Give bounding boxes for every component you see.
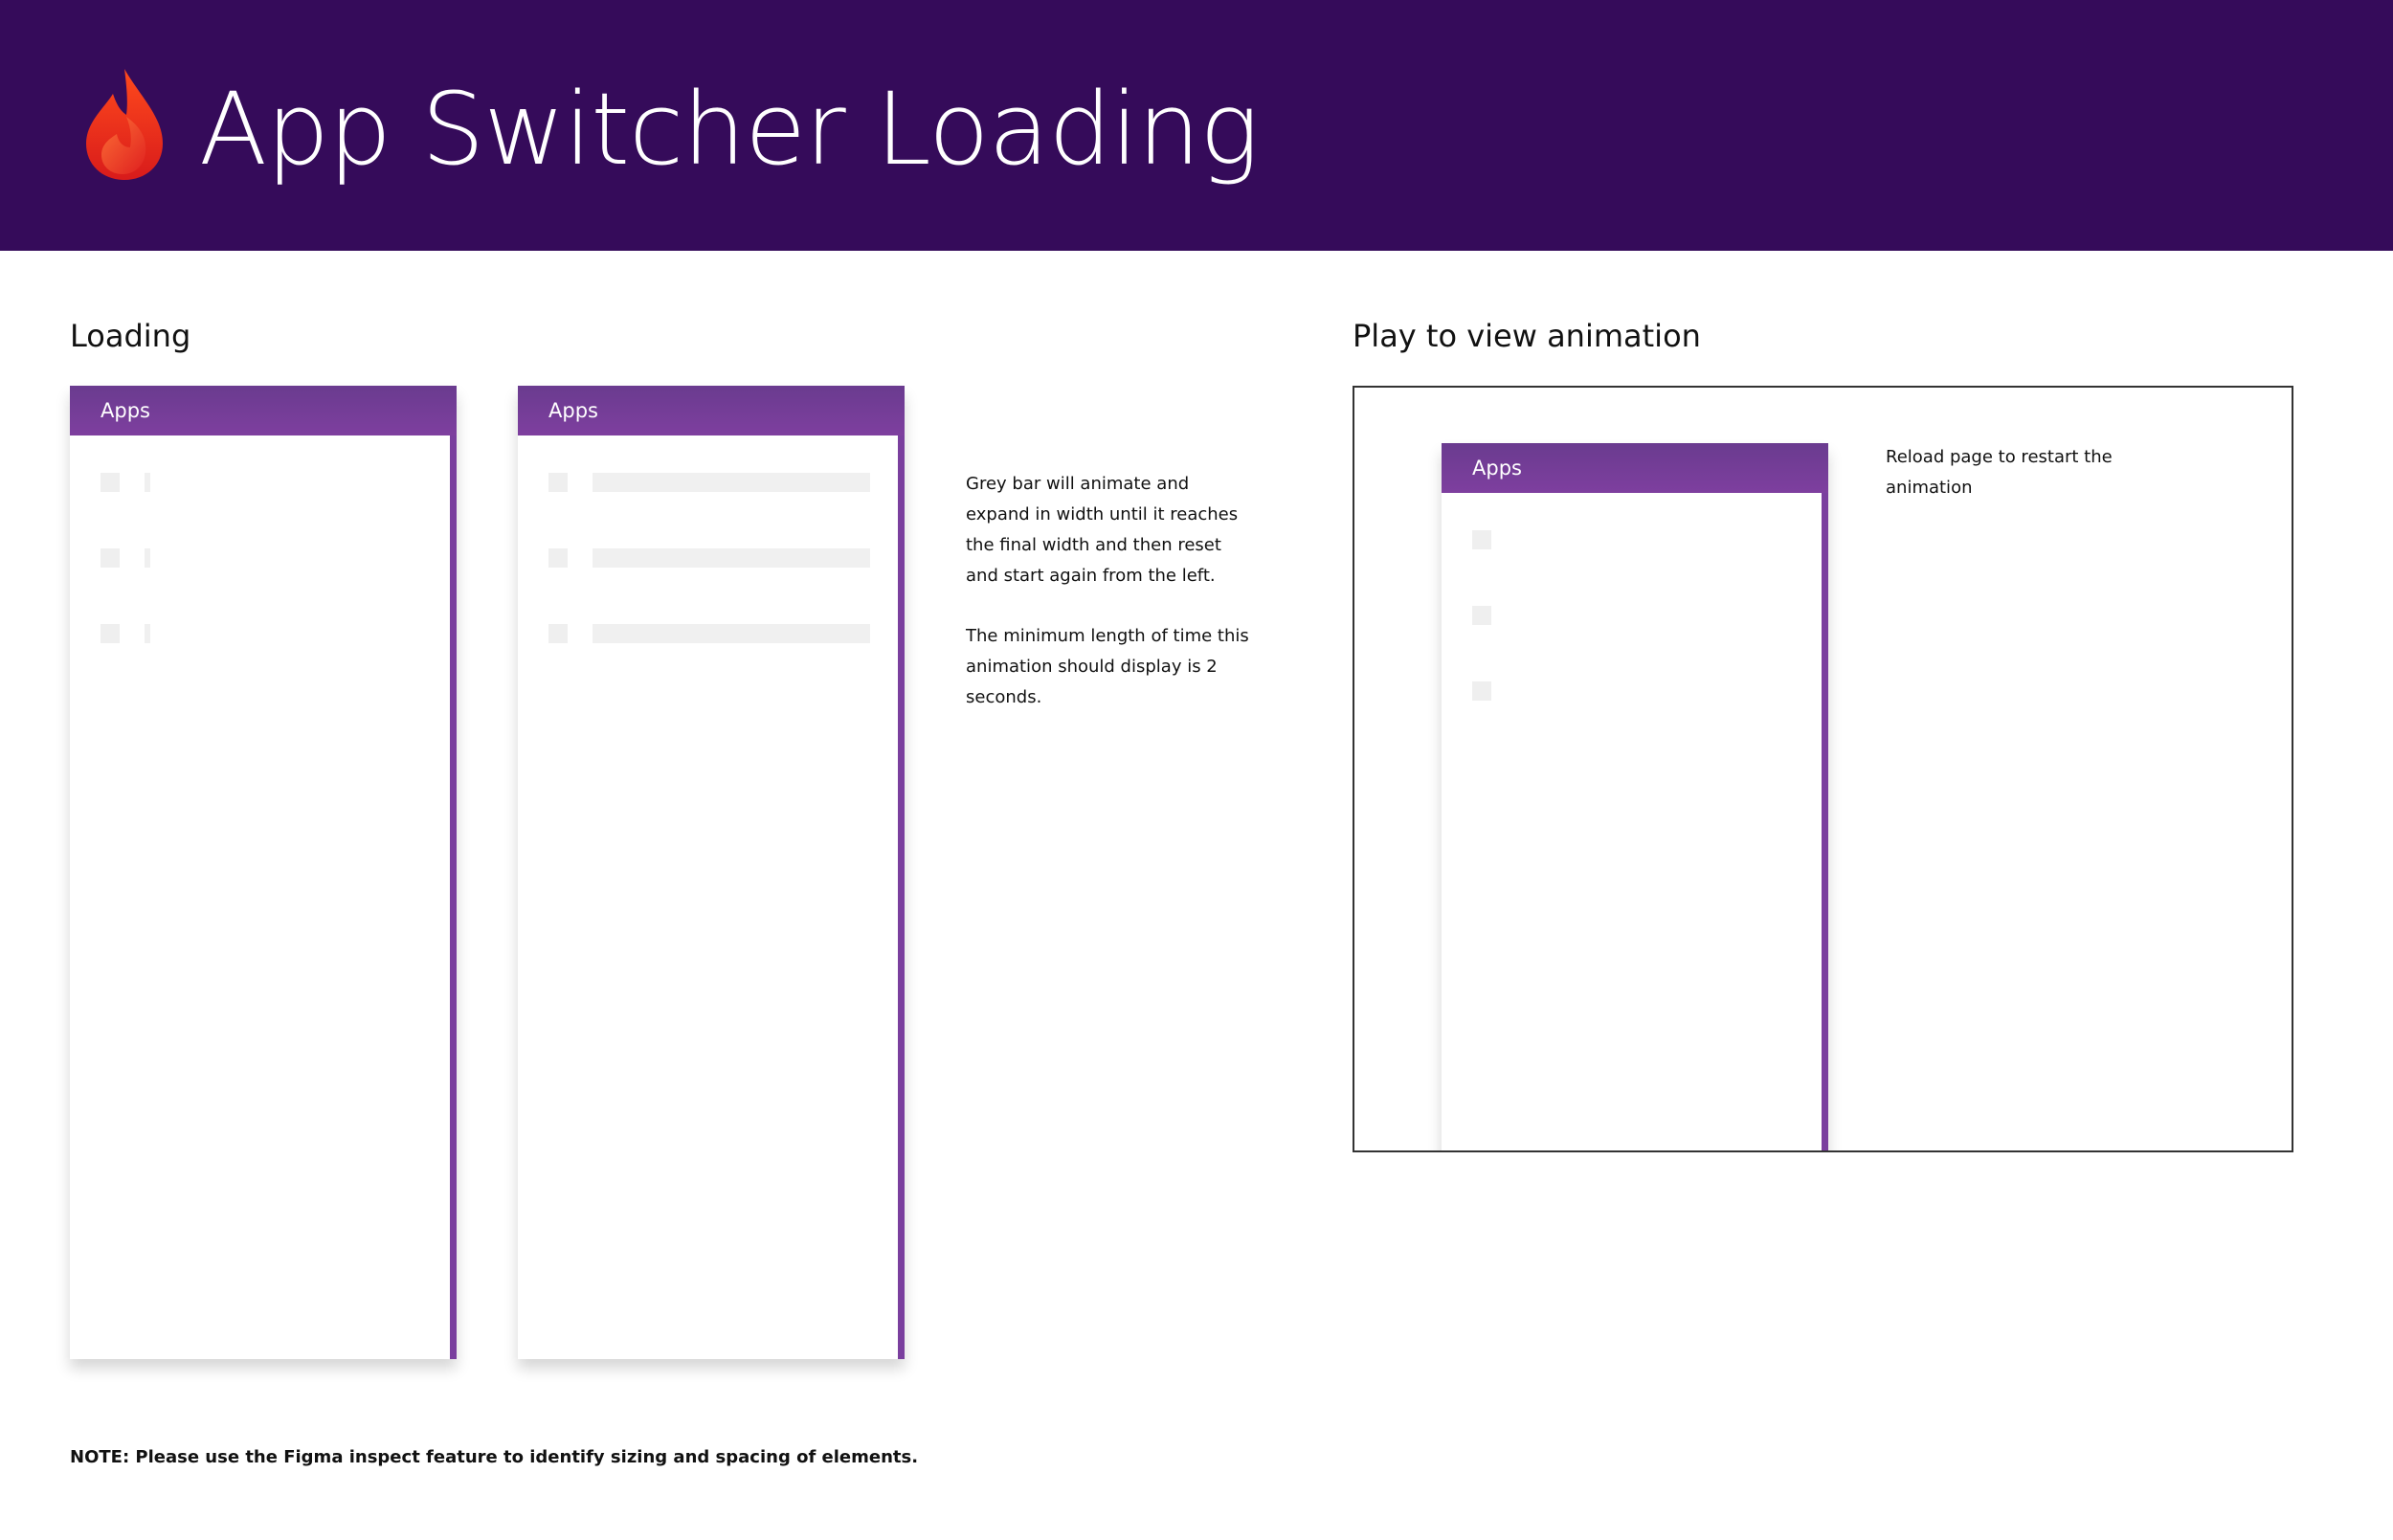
skeleton-row (1442, 681, 1822, 703)
skeleton-icon-placeholder (101, 548, 120, 568)
skeleton-bar (593, 624, 870, 643)
skeleton-bar (145, 624, 150, 643)
skeleton-icon-placeholder (1472, 606, 1491, 625)
skeleton-row (1442, 606, 1822, 627)
skeleton-row (518, 624, 898, 645)
skeleton-icon-placeholder (1472, 530, 1491, 549)
skeleton-bar (593, 548, 870, 568)
panel-header-label: Apps (1472, 457, 1522, 480)
panel-header-label: Apps (548, 399, 598, 422)
skeleton-bar (145, 548, 150, 568)
animation-preview-frame[interactable]: Apps Reload page to restart the animatio… (1353, 386, 2293, 1152)
flame-icon (86, 69, 163, 180)
skeleton-row (70, 548, 450, 569)
panel-header: Apps (70, 386, 457, 435)
description-paragraph: Grey bar will animate and expand in widt… (966, 474, 1239, 586)
skeleton-row (70, 624, 450, 645)
animation-section-title: Play to view animation (1353, 318, 1701, 354)
panel-header-label: Apps (101, 399, 150, 422)
skeleton-bar (593, 473, 870, 492)
app-switcher-panel-animated: Apps (1442, 443, 1828, 1150)
skeleton-row (70, 473, 450, 494)
app-switcher-panel-end: Apps (518, 386, 905, 1359)
skeleton-row (518, 473, 898, 494)
skeleton-icon-placeholder (548, 624, 568, 643)
skeleton-icon-placeholder (548, 473, 568, 492)
panel-header: Apps (518, 386, 905, 435)
panel-header: Apps (1442, 443, 1828, 493)
page-title: App Switcher Loading (199, 71, 1260, 188)
animation-description: Grey bar will animate and expand in widt… (966, 469, 1253, 743)
skeleton-icon-placeholder (101, 624, 120, 643)
description-paragraph: The minimum length of time this animatio… (966, 626, 1249, 707)
footer-note: NOTE: Please use the Figma inspect featu… (70, 1447, 919, 1467)
loading-section-title: Loading (70, 318, 191, 354)
skeleton-bar (145, 473, 150, 492)
app-switcher-panel-start: Apps (70, 386, 457, 1359)
reload-note: Reload page to restart the animation (1886, 447, 2113, 498)
skeleton-icon-placeholder (548, 548, 568, 568)
skeleton-icon-placeholder (1472, 681, 1491, 701)
page-header: App Switcher Loading (0, 0, 2393, 251)
skeleton-icon-placeholder (101, 473, 120, 492)
skeleton-row (518, 548, 898, 569)
skeleton-row (1442, 530, 1822, 551)
